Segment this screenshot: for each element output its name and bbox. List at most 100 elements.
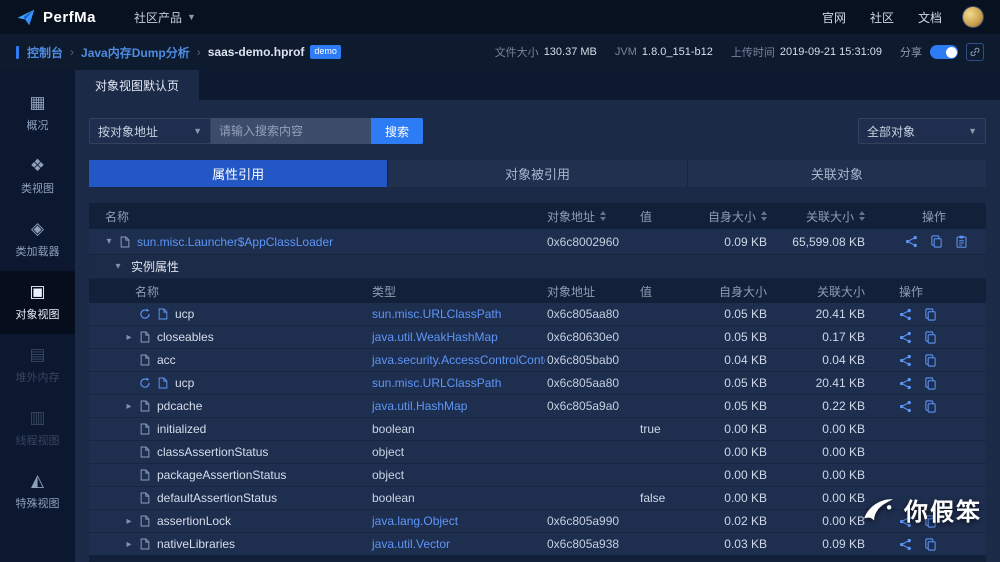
sidebar-item-special-view[interactable]: ◭ 特殊视图 (0, 460, 75, 523)
brand[interactable]: PerfMa (16, 7, 96, 27)
meta-item: JVM 1.8.0_151-b12 (615, 44, 713, 60)
table-row[interactable]: defaultAssertionStatus boolean false 0.00 K… (89, 487, 986, 510)
sidebar-item-thread-view[interactable]: ▥ 线程视图 (0, 397, 75, 460)
ref-graph-icon[interactable] (899, 331, 912, 344)
meta-label: 文件大小 (494, 47, 539, 59)
copy-icon[interactable] (924, 330, 937, 344)
avatar[interactable] (962, 6, 984, 28)
column-header[interactable]: 对象地址 (545, 203, 638, 229)
row-operations (889, 326, 986, 348)
table-row[interactable]: ▸ closeables java.util.WeakHashMap 0x6c8063… (89, 326, 986, 349)
page-icon (139, 400, 151, 412)
breadcrumb-section[interactable]: Java内存Dump分析 (81, 44, 190, 61)
object-address: 0x6c805a990 (547, 514, 620, 528)
search-mode-select[interactable]: 按对象地址 ▼ (89, 118, 211, 144)
sidebar-item-label: 对象视图 (15, 309, 60, 321)
expand-caret-icon[interactable]: ▾ (112, 261, 124, 272)
sidebar: ▦ 概况 ❖ 类视图 ◈ 类加载器 ▣ 对象视图 ▤ 堆外内存 ▥ 线程视图 ◭ 特殊视图 (0, 70, 75, 562)
expand-caret-icon[interactable]: ▸ (123, 332, 135, 343)
sort-icon[interactable] (600, 211, 607, 221)
instance-attributes-section[interactable]: ▾ 实例属性 (89, 255, 986, 279)
reference-tab[interactable]: 对象被引用 (388, 160, 688, 187)
class-loader-icon: ◈ (30, 219, 45, 238)
object-scope-select[interactable]: 全部对象 ▼ (858, 118, 986, 144)
field-type: boolean (372, 422, 415, 436)
loop-icon (139, 377, 151, 389)
row-operations (889, 533, 986, 555)
copy-icon[interactable] (924, 399, 937, 413)
field-type[interactable]: java.lang.Object (370, 510, 545, 532)
self-size: 0.00 KB (724, 468, 767, 482)
column-header[interactable]: 关联大小 (777, 203, 889, 229)
expand-caret-icon[interactable]: ▸ (123, 516, 135, 527)
clipboard-icon[interactable] (955, 235, 968, 248)
copy-icon[interactable] (924, 376, 937, 390)
object-value (638, 229, 693, 254)
row-operations (889, 441, 986, 463)
table-row[interactable]: ▾ sun.misc.Launcher$AppClassLoader 0x6c8… (89, 229, 986, 255)
sort-icon[interactable] (859, 211, 865, 221)
column-header[interactable]: 自身大小 (693, 203, 777, 229)
reference-tab[interactable]: 关联对象 (687, 160, 986, 187)
copy-icon[interactable] (924, 537, 937, 551)
object-name[interactable]: sun.misc.Launcher$AppClassLoader (137, 235, 333, 249)
copy-icon[interactable] (924, 353, 937, 367)
copy-link-button[interactable] (966, 43, 984, 61)
sort-icon[interactable] (761, 211, 767, 221)
expand-caret-icon[interactable]: ▸ (123, 401, 135, 412)
field-value (638, 326, 693, 348)
table-row[interactable]: ▸ nativeLibraries java.util.Vector 0x6c805a… (89, 533, 986, 556)
field-type[interactable]: sun.misc.URLClassPath (370, 372, 545, 394)
table-row[interactable]: ▸ pdcache java.util.HashMap 0x6c805a9a0 0.05… (89, 395, 986, 418)
search-button[interactable]: 搜索 (371, 118, 423, 144)
chevron-down-icon: ▼ (968, 126, 977, 136)
table-row[interactable]: initialized boolean true 0.00 KB 0.00 KB (89, 418, 986, 441)
object-address: 0x6c805aa80 (547, 307, 620, 321)
sidebar-item-overview[interactable]: ▦ 概况 (0, 82, 75, 145)
sidebar-item-class-loader[interactable]: ◈ 类加载器 (0, 208, 75, 271)
sidebar-item-object-view[interactable]: ▣ 对象视图 (0, 271, 75, 334)
sidebar-item-label: 线程视图 (15, 435, 60, 447)
table-row[interactable]: classAssertionStatus object 0.00 KB 0.00 KB (89, 441, 986, 464)
ref-graph-icon[interactable] (905, 235, 918, 248)
search-input[interactable] (211, 118, 371, 144)
share-toggle[interactable] (930, 45, 958, 59)
topbar-link[interactable]: 官网 (822, 9, 846, 26)
field-name: initialized (157, 422, 207, 436)
expand-caret-icon[interactable]: ▸ (123, 539, 135, 550)
table-row[interactable]: ucp sun.misc.URLClassPath 0x6c805aa80 0.05 … (89, 372, 986, 395)
field-type[interactable]: java.util.Vector (370, 533, 545, 555)
reference-tab[interactable]: 属性引用 (89, 160, 389, 187)
ref-graph-icon[interactable] (899, 377, 912, 390)
ref-graph-icon[interactable] (899, 400, 912, 413)
copy-icon[interactable] (930, 235, 943, 248)
expand-caret-icon (123, 470, 135, 481)
field-type[interactable]: java.security.AccessControlContext (370, 349, 545, 371)
breadcrumb-console[interactable]: 控制台 (27, 44, 63, 61)
community-products-menu[interactable]: 社区产品 ▼ (134, 9, 196, 26)
topbar-link[interactable]: 社区 (870, 9, 894, 26)
row-operations (889, 303, 986, 325)
ref-graph-icon[interactable] (899, 308, 912, 321)
field-type[interactable]: java.util.HashMap (370, 395, 545, 417)
page-icon (139, 354, 151, 366)
sidebar-item-offheap-memory[interactable]: ▤ 堆外内存 (0, 334, 75, 397)
ref-graph-icon[interactable] (899, 354, 912, 367)
field-type[interactable]: java.util.WeakHashMap (370, 326, 545, 348)
field-type[interactable]: sun.misc.URLClassPath (370, 303, 545, 325)
table-row[interactable]: acc java.security.AccessControlContext 0x6… (89, 349, 986, 372)
topbar-link[interactable]: 文档 (918, 9, 942, 26)
table-row[interactable]: packageAssertionStatus object 0.00 KB 0.00 … (89, 464, 986, 487)
column-header-label: 关联大小 (816, 284, 865, 299)
column-header: 关联大小 (777, 279, 889, 303)
meta-value: 1.8.0_151-b12 (641, 46, 713, 58)
table-row[interactable]: ▸ assertionLock java.lang.Object 0x6c805a99… (89, 510, 986, 533)
table-row[interactable]: ucp sun.misc.URLClassPath 0x6c805aa80 0.05 … (89, 303, 986, 326)
sidebar-item-class-view[interactable]: ❖ 类视图 (0, 145, 75, 208)
expand-caret-icon[interactable]: ▾ (103, 236, 115, 247)
self-size: 0.05 KB (724, 376, 767, 390)
ref-graph-icon[interactable] (899, 538, 912, 551)
tab-object-view-default[interactable]: 对象视图默认页 (75, 70, 200, 100)
column-header-label: 对象地址 (547, 209, 596, 224)
copy-icon[interactable] (924, 307, 937, 321)
